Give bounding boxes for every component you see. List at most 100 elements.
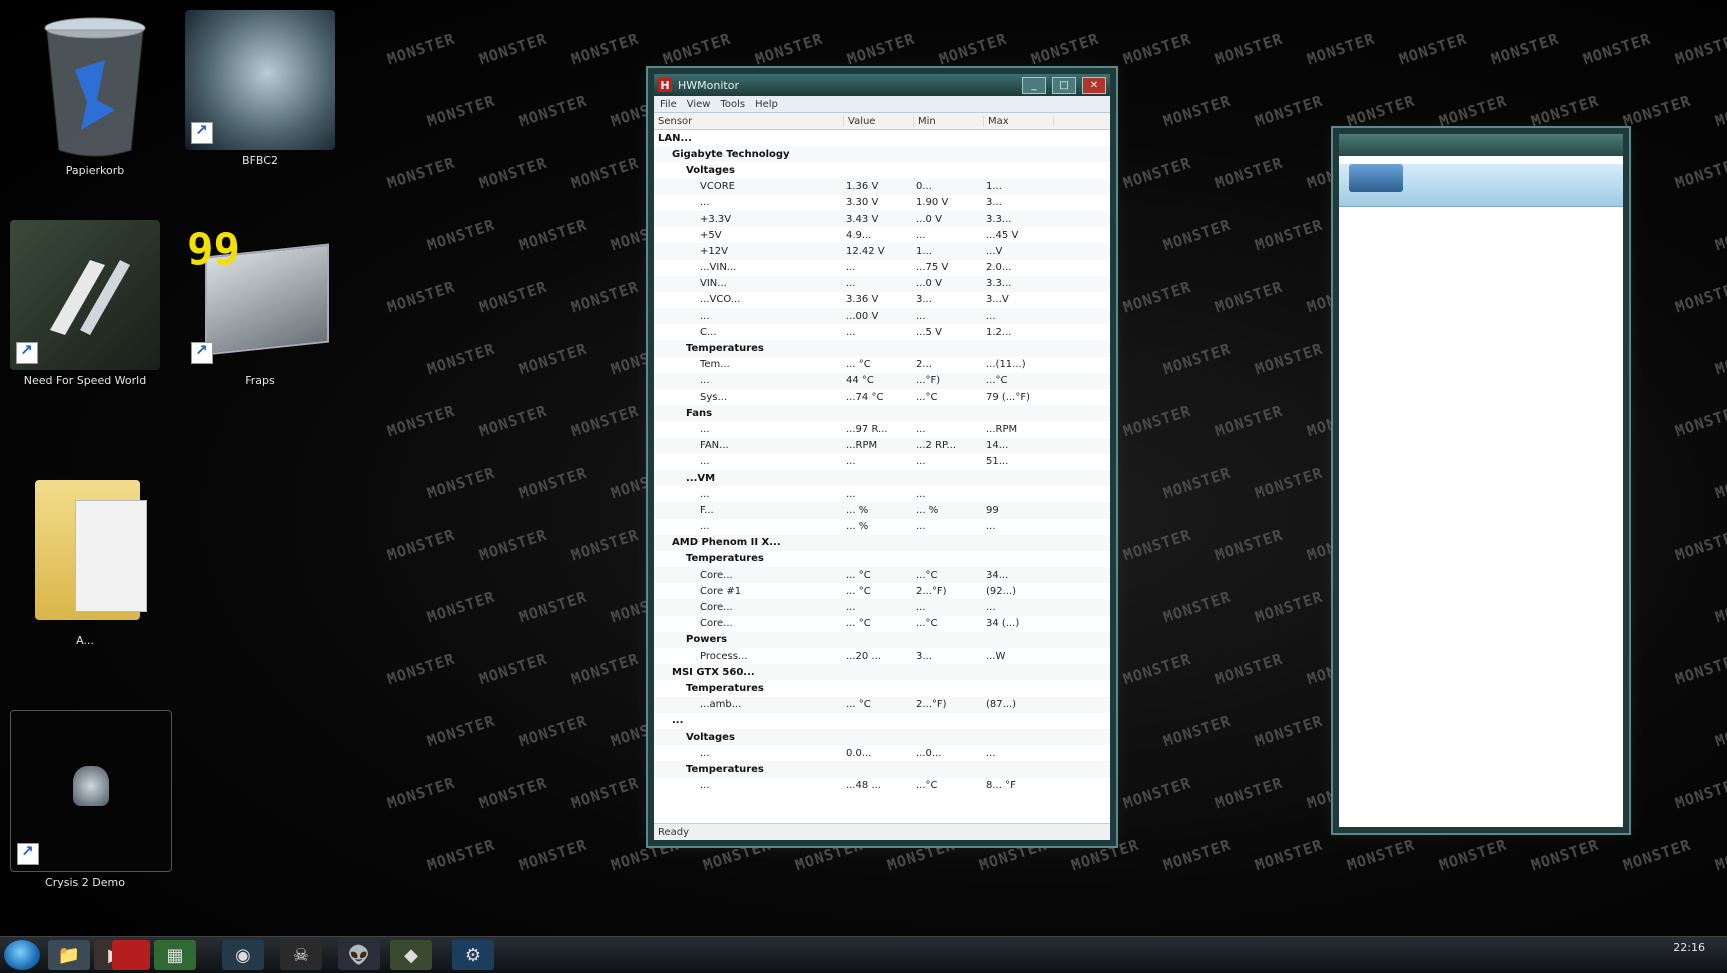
sensor-row[interactable]: ......... 51... xyxy=(654,454,1110,470)
sensor-row[interactable]: VCORE 1.36 V 0... 1... xyxy=(654,178,1110,195)
sensor-name-cell: Temperatures xyxy=(686,763,764,775)
hwmonitor-window[interactable]: H HWMonitor _ □ ✕ File View Tools Help S… xyxy=(648,68,1116,846)
column-header-max[interactable]: Max xyxy=(984,115,1054,127)
explorer-icon[interactable]: 📁 xyxy=(48,940,90,970)
sensor-row[interactable]: +3.3V 3.43 V ...0 V 3.3... xyxy=(654,210,1110,228)
sensor-row[interactable]: Tem... ... °C 2... ...(11...) xyxy=(654,357,1110,373)
sensor-row[interactable]: Temperatures xyxy=(654,340,1110,357)
sensor-max-cell: 14... xyxy=(986,440,1009,452)
sensor-row[interactable]: AMD Phenom II X... xyxy=(654,534,1110,551)
column-header-min[interactable]: Min xyxy=(914,115,984,127)
minimize-button[interactable]: _ xyxy=(1022,76,1046,94)
sensor-row[interactable]: ...VCO... 3.36 V 3... 3...V xyxy=(654,292,1110,308)
desktop-icon-need-for-speed-world[interactable]: Need For Speed World xyxy=(10,220,160,387)
sensor-value-cell: 4.9... xyxy=(846,229,872,241)
sensor-row[interactable]: ......... xyxy=(654,486,1110,502)
game-icon[interactable]: ◆ xyxy=(390,940,432,970)
sensor-row[interactable]: Voltages xyxy=(654,728,1110,746)
menu-file[interactable]: File xyxy=(660,99,677,110)
maximize-button[interactable]: □ xyxy=(1052,76,1076,94)
desktop-icon-fraps[interactable]: 99 Fraps xyxy=(185,220,335,387)
system-clock[interactable]: 22:16 xyxy=(1673,941,1705,955)
sensor-min-cell: ...2 RP... xyxy=(916,440,957,452)
menu-view[interactable]: View xyxy=(687,99,711,110)
sensor-max-cell: ... xyxy=(986,310,996,322)
wallpaper-watermark-text: MONSTER xyxy=(1212,277,1286,317)
sensor-row[interactable]: ...VM xyxy=(654,469,1110,487)
sensor-tree[interactable]: LAN... Gigabyte Technology Voltages VCORE 1.… xyxy=(654,130,1110,794)
wallpaper-watermark-text: MONSTER xyxy=(568,525,642,565)
column-header-sensor[interactable]: Sensor xyxy=(654,115,844,127)
wallpaper-watermark-text: MONSTER xyxy=(516,339,590,379)
second-window[interactable] xyxy=(1333,128,1629,833)
sensor-row[interactable]: Process... ...20 ... 3... ...W xyxy=(654,648,1110,664)
sensor-row[interactable]: ... xyxy=(654,713,1110,729)
close-button[interactable]: ✕ xyxy=(1082,76,1106,94)
sensor-min-cell: ...5 V xyxy=(916,326,942,338)
sensor-row[interactable]: ...VIN...... ...75 V 2.0... xyxy=(654,260,1110,276)
sensor-row[interactable]: ...amb... ... °C 2...°F) (87...) xyxy=(654,696,1110,713)
window-titlebar[interactable]: H HWMonitor _ □ ✕ xyxy=(654,74,1110,96)
sensor-name-cell: Core... xyxy=(700,602,733,614)
wallpaper-watermark-text: MONSTER xyxy=(476,29,550,69)
sensor-row[interactable]: Voltages xyxy=(654,162,1110,178)
sensor-row[interactable]: Gigabyte Technology xyxy=(654,146,1110,163)
desktop-icon-crysis-2-demo[interactable]: Crysis 2 Demo xyxy=(10,710,172,889)
sensor-row[interactable]: Core... ... °C ...°C 34 (...) xyxy=(654,616,1110,632)
menu-tools[interactable]: Tools xyxy=(720,99,745,110)
adobe-icon[interactable] xyxy=(112,940,150,970)
steam-icon[interactable]: ⚙ xyxy=(452,940,494,970)
sensor-row[interactable]: C...... ...5 V 1.2... xyxy=(654,324,1110,340)
sensor-row[interactable]: +5V 4.9...... ...45 V xyxy=(654,227,1110,243)
alien-icon[interactable]: 👽 xyxy=(338,940,380,970)
sensor-min-cell: ...°C xyxy=(916,618,938,630)
sensor-row[interactable]: VIN...... ...0 V 3.3... xyxy=(654,275,1110,292)
sensor-max-cell: 8... °F xyxy=(986,780,1016,792)
sensor-max-cell: 34 (...) xyxy=(986,618,1020,630)
sensor-row[interactable]: LAN... xyxy=(654,130,1110,146)
sensor-name-cell: F... xyxy=(700,504,714,516)
sensor-row[interactable]: Sys... ...74 °C ...°C 79 (...°F) xyxy=(654,389,1110,405)
sensor-row[interactable]: ... ...00 V...... xyxy=(654,308,1110,325)
sensor-row[interactable]: +12V 12.42 V 1... ...V xyxy=(654,243,1110,260)
wallpaper-watermark-text: MONSTER xyxy=(1436,835,1510,875)
wallpaper-watermark-text: MONSTER xyxy=(1252,91,1326,131)
status-bar: Ready xyxy=(654,823,1110,840)
network-icon[interactable]: ◉ xyxy=(222,940,264,970)
sensor-row[interactable]: F... ... % ... % 99 xyxy=(654,502,1110,519)
sensor-max-cell: 99 xyxy=(986,504,999,516)
sensor-row[interactable]: ... 3.30 V 1.90 V 3... xyxy=(654,195,1110,211)
wallpaper-watermark-text: MONSTER xyxy=(476,277,550,317)
sensor-row[interactable]: ... ... %...... xyxy=(654,519,1110,535)
sensor-row[interactable]: Core... ... °C ...°C 34... xyxy=(654,567,1110,584)
sensor-row[interactable]: Core............ xyxy=(654,599,1110,616)
window-titlebar[interactable] xyxy=(1339,134,1623,156)
sensor-row[interactable]: Temperatures xyxy=(654,551,1110,567)
column-header-value[interactable]: Value xyxy=(844,115,914,127)
sensor-row[interactable]: MSI GTX 560... xyxy=(654,664,1110,681)
desktop-icon-recycle-bin[interactable]: Papierkorb xyxy=(20,10,170,177)
hwmonitor-icon[interactable]: ▦ xyxy=(154,940,196,970)
wallpaper-watermark-text: MONSTER xyxy=(476,649,550,689)
sensor-row[interactable]: ... 44 °C ...°F) ...°C xyxy=(654,372,1110,389)
sensor-name-cell: Temperatures xyxy=(686,682,764,694)
sensor-row[interactable]: Temperatures xyxy=(654,761,1110,778)
menu-help[interactable]: Help xyxy=(755,99,778,110)
sensor-row[interactable]: Core #1 ... °C 2...°F) (92...) xyxy=(654,583,1110,599)
wallpaper-watermark-text: MONSTER xyxy=(1620,835,1694,875)
sensor-row[interactable]: Temperatures xyxy=(654,680,1110,696)
sensor-min-cell: 2...°F) xyxy=(916,699,947,711)
sensor-row[interactable]: FAN... ...RPM ...2 RP... 14... xyxy=(654,437,1110,454)
desktop-icon-bfbc2[interactable]: BFBC2 xyxy=(185,10,335,167)
windows-orb-icon[interactable] xyxy=(4,940,40,970)
sensor-row[interactable]: Fans xyxy=(654,405,1110,422)
taskbar: 📁 ▶ ▦ ◉ ☠ 👽 ◆ ⚙ 22:16 xyxy=(0,936,1727,973)
sensor-row[interactable]: ... ...48 ... ...°C 8... °F xyxy=(654,778,1110,794)
game-shortcut-icon xyxy=(10,220,160,370)
skull-icon[interactable]: ☠ xyxy=(280,940,322,970)
desktop-icon-folder[interactable]: A... xyxy=(10,460,160,647)
sensor-row[interactable]: ... ...97 R...... ...RPM xyxy=(654,421,1110,437)
wallpaper-watermark-text: MONSTER xyxy=(1712,215,1727,255)
sensor-row[interactable]: Powers xyxy=(654,631,1110,648)
sensor-row[interactable]: ... 0.0... ...0...... xyxy=(654,745,1110,761)
